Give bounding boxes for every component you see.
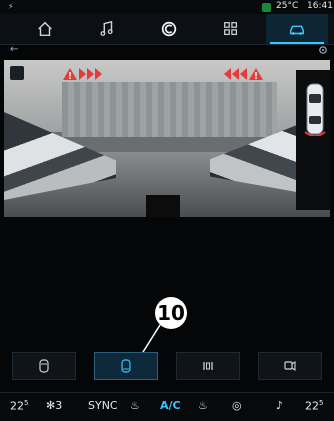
tab-camera-settings[interactable] bbox=[258, 352, 322, 380]
car-front-icon bbox=[39, 359, 49, 373]
tab-rear-camera[interactable] bbox=[94, 352, 158, 380]
camera-mode-tabs bbox=[4, 352, 330, 380]
fan-icon: ✻ bbox=[46, 399, 56, 412]
car-rear-camera-icon bbox=[121, 359, 131, 373]
sync-button[interactable]: SYNC bbox=[88, 399, 118, 412]
right-temp-value: 22 bbox=[305, 399, 319, 413]
windscreen-heat-icon[interactable]: ♨ bbox=[130, 399, 140, 412]
right-temp-decimal: 5 bbox=[319, 399, 324, 407]
climate-bar: 225 ✻3 SYNC ♨ A/C ♨ ◎ ♪ 225 bbox=[0, 392, 334, 421]
fan-level: 3 bbox=[55, 399, 63, 412]
right-temperature[interactable]: 225 bbox=[305, 399, 323, 413]
callout-number: 10 bbox=[155, 297, 187, 329]
sensor-bars-icon bbox=[203, 362, 213, 370]
left-temp-value: 22 bbox=[10, 399, 24, 413]
tab-parking-sensors[interactable] bbox=[176, 352, 240, 380]
ac-button[interactable]: A/C bbox=[160, 399, 181, 412]
left-temperature[interactable]: 225 bbox=[10, 399, 28, 413]
steering-heat-icon[interactable]: ◎ bbox=[232, 399, 242, 412]
left-temp-decimal: 5 bbox=[24, 399, 29, 407]
fan-control[interactable]: ✻3 bbox=[46, 399, 62, 412]
seat-heat-icon[interactable]: ♪ bbox=[276, 399, 283, 412]
camera-settings-icon bbox=[284, 360, 296, 372]
rear-window-heat-icon[interactable]: ♨ bbox=[198, 399, 208, 412]
tab-front-camera[interactable] bbox=[12, 352, 76, 380]
